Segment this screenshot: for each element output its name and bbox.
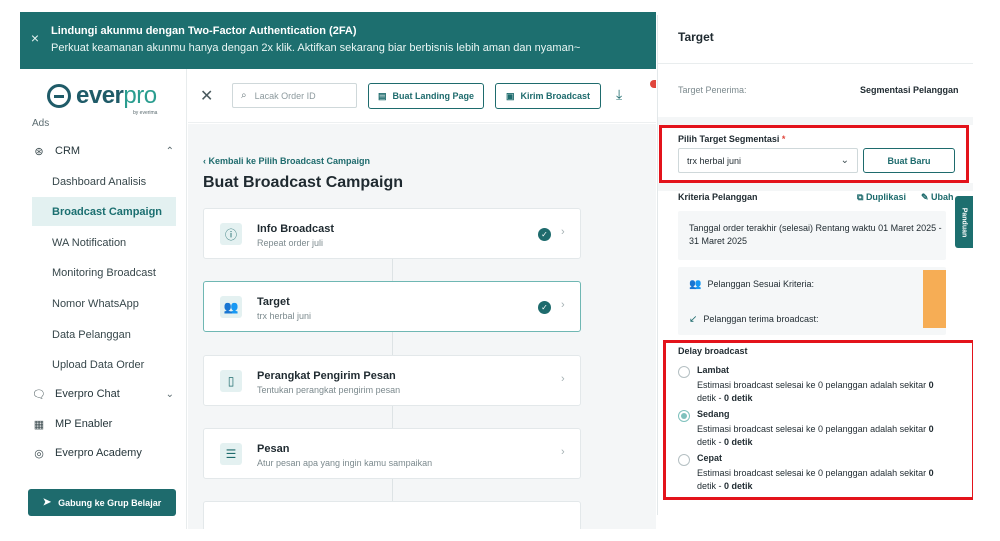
banner-subtitle: Perkuat keamanan akunmu hanya dengan 2x … bbox=[51, 42, 581, 54]
pencil-icon: ✎ bbox=[921, 192, 932, 202]
copy-icon: ⧉ bbox=[857, 192, 866, 202]
step-target[interactable]: 👥 Target trx herbal juni ✓ › bbox=[203, 281, 581, 332]
criteria-title: Kriteria Pelanggan bbox=[678, 192, 758, 202]
logo-byline: by everima bbox=[133, 110, 158, 116]
sidebar-group-everpro-chat[interactable]: 🗨 Everpro Chat ⌄ bbox=[32, 384, 182, 404]
users-icon: 👥 bbox=[689, 279, 702, 290]
sidebar-group-label: Everpro Academy bbox=[55, 447, 142, 459]
chevron-right-icon: › bbox=[561, 446, 565, 458]
back-link[interactable]: ‹ Kembali ke Pilih Broadcast Campaign bbox=[203, 156, 370, 166]
send-icon: ➤ bbox=[42, 497, 52, 508]
section-gap bbox=[658, 183, 973, 191]
chevron-right-icon: › bbox=[561, 373, 565, 385]
target-panel: Target Target Penerima: Segmentasi Pelan… bbox=[657, 15, 973, 515]
sidebar: everpro by everima Ads ⊛ CRM ⌃ Dashboard… bbox=[20, 69, 187, 529]
step-subtitle: trx herbal juni bbox=[257, 311, 312, 321]
chevron-right-icon: › bbox=[561, 226, 565, 238]
close-icon[interactable]: ✕ bbox=[200, 86, 213, 106]
highlight-box bbox=[663, 340, 973, 500]
sidebar-group-label: CRM bbox=[55, 145, 81, 157]
panel-title: Target bbox=[678, 30, 714, 44]
recipient-value: Segmentasi Pelanggan bbox=[860, 85, 959, 95]
sidebar-group-mp-enabler[interactable]: ▦ MP Enabler bbox=[32, 414, 182, 434]
page-title: Buat Broadcast Campaign bbox=[203, 174, 404, 191]
broadcast-icon: ▣ bbox=[505, 90, 515, 101]
edit-button[interactable]: ✎ Ubah bbox=[921, 192, 954, 203]
download-icon[interactable]: ⤓ bbox=[616, 86, 622, 103]
customer-stats: 👥 Pelanggan Sesuai Kriteria: ↙ Pelanggan t… bbox=[678, 267, 946, 335]
sidebar-group-label: Everpro Chat bbox=[55, 388, 120, 400]
section-gap bbox=[658, 117, 973, 125]
sidebar-group-everpro-academy[interactable]: ◎ Everpro Academy bbox=[32, 443, 182, 463]
criteria-text: 31 Maret 2025 bbox=[689, 236, 748, 246]
sidebar-item-upload-data-order[interactable]: Upload Data Order bbox=[32, 350, 176, 379]
step-pesan[interactable]: ☰ Pesan Atur pesan apa yang ingin kamu s… bbox=[203, 428, 581, 479]
arrow-icon: ↙ bbox=[689, 314, 698, 325]
chat-icon: 🗨 bbox=[32, 388, 46, 401]
guide-tab[interactable]: Panduan bbox=[955, 196, 973, 248]
step-info-broadcast[interactable]: ⓘ Info Broadcast Repeat order juli ✓ › bbox=[203, 208, 581, 259]
landing-page-label: Buat Landing Page bbox=[392, 91, 475, 101]
banner-title: Lindungi akunmu dengan Two-Factor Authen… bbox=[51, 25, 357, 37]
landing-page-button[interactable]: ▤ Buat Landing Page bbox=[368, 83, 484, 109]
store-icon: ▦ bbox=[33, 418, 45, 431]
step-subtitle: Tentukan perangkat pengirim pesan bbox=[257, 385, 401, 395]
criteria-box: Tanggal order terakhir (selesai) Rentang… bbox=[678, 211, 946, 260]
search-placeholder: Lacak Order ID bbox=[254, 90, 316, 101]
step-subtitle: Repeat order juli bbox=[257, 238, 324, 248]
chevron-down-icon: ⌄ bbox=[165, 388, 174, 400]
device-icon: ▯ bbox=[220, 370, 242, 392]
check-icon: ✓ bbox=[538, 301, 551, 314]
main-content: ‹ Kembali ke Pilih Broadcast Campaign Bu… bbox=[188, 124, 656, 529]
highlight-box bbox=[659, 125, 969, 183]
sidebar-item-dashboard-analisis[interactable]: Dashboard Analisis bbox=[32, 167, 176, 196]
receiving-customers-row: ↙ Pelanggan terima broadcast: bbox=[689, 314, 819, 325]
step-perangkat-pengirim[interactable]: ▯ Perangkat Pengirim Pesan Tentukan pera… bbox=[203, 355, 581, 406]
2fa-banner: × Lindungi akunmu dengan Two-Factor Auth… bbox=[20, 12, 656, 69]
close-icon[interactable]: × bbox=[28, 31, 42, 45]
landing-page-icon: ▤ bbox=[377, 90, 387, 101]
sidebar-item-ads[interactable]: Ads bbox=[32, 118, 49, 129]
sidebar-item-broadcast-campaign[interactable]: Broadcast Campaign bbox=[32, 197, 176, 226]
loading-indicator bbox=[923, 270, 946, 328]
step-next[interactable] bbox=[203, 501, 581, 529]
notification-dot bbox=[650, 80, 656, 88]
send-broadcast-label: Kirim Broadcast bbox=[520, 91, 591, 101]
join-group-button[interactable]: ➤ Gabung ke Grup Belajar bbox=[28, 489, 176, 516]
divider bbox=[658, 63, 973, 64]
everpro-logo-mark bbox=[47, 84, 71, 108]
crm-icon: ⊛ bbox=[34, 145, 44, 158]
send-broadcast-button[interactable]: ▣ Kirim Broadcast bbox=[495, 83, 601, 109]
sidebar-item-data-pelanggan[interactable]: Data Pelanggan bbox=[32, 320, 176, 349]
recipient-label: Target Penerima: bbox=[678, 85, 747, 95]
search-icon: ⌕ bbox=[241, 90, 247, 101]
sidebar-item-monitoring-broadcast[interactable]: Monitoring Broadcast bbox=[32, 258, 176, 287]
step-title: Pesan bbox=[257, 443, 290, 455]
step-title: Target bbox=[257, 296, 290, 308]
message-icon: ☰ bbox=[220, 443, 242, 465]
matching-customers-row: 👥 Pelanggan Sesuai Kriteria: bbox=[689, 279, 815, 290]
duplicate-button[interactable]: ⧉ Duplikasi bbox=[857, 192, 906, 203]
step-title: Perangkat Pengirim Pesan bbox=[257, 370, 396, 382]
users-icon: 👥 bbox=[220, 296, 242, 318]
chevron-right-icon: › bbox=[561, 299, 565, 311]
logo-wordmark: everpro bbox=[76, 82, 157, 109]
step-title: Info Broadcast bbox=[257, 223, 335, 235]
sidebar-item-wa-notification[interactable]: WA Notification bbox=[32, 228, 176, 257]
academy-icon: ◎ bbox=[34, 447, 44, 460]
sidebar-group-crm[interactable]: ⊛ CRM ⌃ bbox=[32, 141, 182, 161]
join-group-label: Gabung ke Grup Belajar bbox=[58, 497, 162, 508]
screen: × Lindungi akunmu dengan Two-Factor Auth… bbox=[0, 0, 1000, 541]
sidebar-group-label: MP Enabler bbox=[55, 418, 113, 430]
chevron-up-icon: ⌃ bbox=[165, 145, 174, 157]
top-toolbar: ✕ ⌕ Lacak Order ID ▤ Buat Landing Page ▣… bbox=[188, 69, 656, 123]
sidebar-item-nomor-whatsapp[interactable]: Nomor WhatsApp bbox=[32, 289, 176, 318]
step-subtitle: Atur pesan apa yang ingin kamu sampaikan bbox=[257, 458, 433, 468]
order-search-input[interactable]: ⌕ Lacak Order ID bbox=[232, 83, 357, 108]
info-icon: ⓘ bbox=[220, 223, 242, 245]
everpro-logo[interactable]: everpro by everima bbox=[47, 81, 157, 116]
check-icon: ✓ bbox=[538, 228, 551, 241]
criteria-text: Tanggal order terakhir (selesai) Rentang… bbox=[689, 223, 942, 233]
